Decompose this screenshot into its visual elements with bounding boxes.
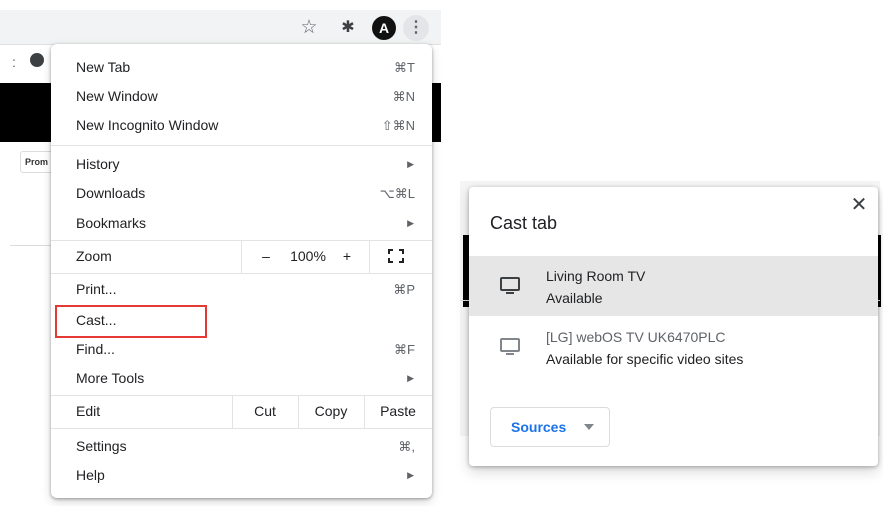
menu-item-label: Help xyxy=(76,467,105,483)
submenu-arrow-icon: ▶ xyxy=(407,373,414,383)
cast-device-lg-webos-tv[interactable]: [LG] webOS TV UK6470PLC Available for sp… xyxy=(469,317,878,377)
copy-button[interactable]: Copy xyxy=(298,397,364,426)
tv-icon xyxy=(500,277,520,294)
menu-item-find[interactable]: Find... ⌘F xyxy=(51,335,432,364)
menu-separator xyxy=(51,395,432,396)
shortcut: ⌘T xyxy=(394,60,415,75)
device-name: [LG] webOS TV UK6470PLC xyxy=(546,329,726,345)
menu-separator xyxy=(241,240,242,273)
caret-down-icon xyxy=(584,424,594,430)
menu-separator xyxy=(232,395,233,428)
menu-separator xyxy=(364,395,365,428)
device-status: Available xyxy=(546,290,603,306)
profile-icon[interactable]: A xyxy=(372,16,396,40)
submenu-arrow-icon: ▶ xyxy=(407,159,414,169)
shortcut: ⌥⌘L xyxy=(379,186,415,201)
menu-separator xyxy=(51,145,432,146)
dialog-title: Cast tab xyxy=(490,213,558,233)
paste-button[interactable]: Paste xyxy=(364,397,432,426)
menu-item-label: Zoom xyxy=(76,248,112,264)
menu-item-label: Print... xyxy=(76,281,117,297)
shortcut: ⌘P xyxy=(393,282,415,297)
zoom-in-button[interactable]: + xyxy=(337,242,357,271)
menu-item-new-window[interactable]: New Window ⌘N xyxy=(51,82,432,111)
menu-item-edit: Edit Cut Copy Paste xyxy=(51,397,432,426)
sources-dropdown[interactable]: Sources xyxy=(490,407,610,447)
shortcut: ⌘, xyxy=(398,439,415,454)
fullscreen-icon[interactable] xyxy=(388,249,404,263)
menu-item-more-tools[interactable]: More Tools ▶ xyxy=(51,364,432,393)
menu-item-label: Downloads xyxy=(76,185,146,201)
menu-item-label: New Incognito Window xyxy=(76,117,219,133)
menu-separator xyxy=(51,428,432,429)
menu-separator xyxy=(369,240,370,273)
chrome-menu: New Tab ⌘T New Window ⌘N New Incognito W… xyxy=(51,44,432,498)
bookmarks-overflow-icon[interactable]: : xyxy=(12,54,16,70)
menu-item-label: More Tools xyxy=(76,370,145,386)
kebab-icon[interactable]: ⋮ xyxy=(403,15,429,41)
puzzle-icon[interactable]: ✱ xyxy=(337,17,359,39)
page-banner-edge xyxy=(431,83,441,142)
device-name: Living Room TV xyxy=(546,268,646,284)
menu-item-label: Bookmarks xyxy=(76,215,147,231)
menu-item-label: New Tab xyxy=(76,59,131,75)
menu-item-help[interactable]: Help ▶ xyxy=(51,461,432,490)
cast-device-living-room-tv[interactable]: Living Room TV Available xyxy=(469,256,878,316)
menu-separator xyxy=(51,273,432,274)
cast-highlight-box xyxy=(55,305,207,338)
cast-dialog: Cast tab ✕ Living Room TV Available [LG]… xyxy=(469,187,878,466)
menu-item-downloads[interactable]: Downloads ⌥⌘L xyxy=(51,179,432,208)
menu-item-label: New Window xyxy=(76,88,158,104)
zoom-level: 100% xyxy=(290,248,326,264)
submenu-arrow-icon: ▶ xyxy=(407,470,414,480)
shortcut: ⌘N xyxy=(392,89,415,104)
menu-item-settings[interactable]: Settings ⌘, xyxy=(51,432,432,461)
shortcut: ⇧⌘N xyxy=(381,118,415,133)
zoom-out-button[interactable]: – xyxy=(256,242,276,271)
menu-item-label: Edit xyxy=(76,403,101,419)
shortcut: ⌘F xyxy=(394,342,415,357)
close-icon[interactable]: ✕ xyxy=(849,195,869,215)
tv-icon xyxy=(500,338,520,355)
menu-item-new-tab[interactable]: New Tab ⌘T xyxy=(51,53,432,82)
menu-item-label: Find... xyxy=(76,341,115,357)
cut-button[interactable]: Cut xyxy=(232,397,298,426)
menu-item-bookmarks[interactable]: Bookmarks ▶ xyxy=(51,209,432,238)
menu-separator xyxy=(298,395,299,428)
submenu-arrow-icon: ▶ xyxy=(407,218,414,228)
menu-item-label: History xyxy=(76,156,120,172)
star-icon[interactable]: ☆ xyxy=(298,17,320,39)
menu-item-print[interactable]: Print... ⌘P xyxy=(51,275,432,304)
menu-item-label: Settings xyxy=(76,438,127,454)
globe-icon[interactable] xyxy=(30,53,44,67)
device-status: Available for specific video sites xyxy=(546,351,744,367)
menu-item-history[interactable]: History ▶ xyxy=(51,150,432,179)
sources-label: Sources xyxy=(511,419,567,435)
menu-item-new-incognito-window[interactable]: New Incognito Window ⇧⌘N xyxy=(51,111,432,140)
